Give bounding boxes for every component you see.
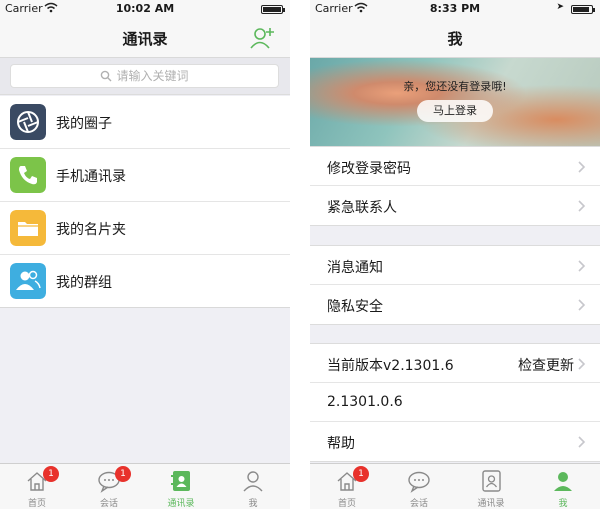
settings-group-account: 修改登录密码 紧急联系人	[310, 146, 600, 226]
tab-contacts[interactable]: 通讯录	[455, 464, 527, 509]
battery-icon	[261, 5, 285, 14]
tab-bar: 1 首页 会话 通讯录 我	[310, 463, 600, 509]
row-label: 紧急联系人	[327, 200, 397, 216]
tab-me[interactable]: 我	[527, 464, 599, 509]
search-placeholder: 请输入关键词	[116, 69, 189, 83]
battery-icon	[571, 5, 595, 14]
person-icon	[554, 472, 572, 491]
row-emergency-contact[interactable]: 紧急联系人	[310, 186, 600, 225]
row-label: 帮助	[327, 436, 355, 452]
version-label: 当前版本v2.1301.6	[327, 358, 454, 374]
tab-label: 首页	[337, 499, 356, 509]
chat-bubble-icon	[408, 471, 430, 493]
menu-item-label: 我的群组	[56, 275, 112, 291]
unread-badge: 1	[43, 466, 59, 482]
menu-item-label: 我的圈子	[56, 116, 112, 132]
tab-label: 通讯录	[167, 499, 195, 509]
menu-item-circles[interactable]: 我的圈子	[0, 96, 290, 149]
row-privacy-security[interactable]: 隐私安全	[310, 285, 600, 324]
tab-label: 会话	[99, 499, 118, 509]
phone-icon	[10, 157, 46, 193]
tab-label: 通讯录	[477, 499, 505, 509]
search-bar: 请输入关键词	[0, 58, 290, 95]
add-contact-icon[interactable]	[250, 26, 276, 50]
page-title: 通讯录	[122, 30, 168, 48]
chevron-right-icon	[578, 436, 586, 448]
check-update-label: 检查更新	[518, 358, 574, 374]
chevron-right-icon	[578, 260, 586, 272]
settings-group-privacy: 消息通知 隐私安全	[310, 245, 600, 325]
tab-home[interactable]: 1 首页	[1, 464, 73, 509]
menu-item-business-cards[interactable]: 我的名片夹	[0, 202, 290, 255]
row-help[interactable]: 帮助	[310, 422, 600, 461]
search-input[interactable]: 请输入关键词	[10, 64, 279, 88]
menu-item-phone-contacts[interactable]: 手机通讯录	[0, 149, 290, 202]
unread-badge: 1	[115, 466, 131, 482]
tab-label: 首页	[27, 499, 46, 509]
row-label: 修改登录密码	[327, 161, 411, 177]
chevron-right-icon	[578, 161, 586, 173]
tab-me[interactable]: 我	[217, 464, 289, 509]
contacts-screen: Carrier 10:02 AM 通讯录 请输入关键词 我的圈子 手机通讯录 我…	[0, 0, 290, 509]
row-label: 消息通知	[327, 260, 383, 276]
row-version-number: 2.1301.0.6	[310, 383, 600, 422]
login-prompt: 亲，您还没有登录哦!	[403, 80, 507, 93]
contacts-menu: 我的圈子 手机通讯录 我的名片夹 我的群组	[0, 96, 290, 308]
menu-item-label: 我的名片夹	[56, 222, 126, 238]
row-version[interactable]: 当前版本v2.1301.6 检查更新	[310, 344, 600, 383]
tab-label: 我	[248, 499, 258, 509]
contact-book-icon	[171, 471, 190, 491]
folder-icon	[10, 210, 46, 246]
tab-label: 会话	[409, 499, 428, 509]
navbar: 通讯录	[0, 18, 290, 58]
navbar: 我	[310, 18, 600, 58]
tab-label: 我	[558, 499, 568, 509]
menu-item-groups[interactable]: 我的群组	[0, 255, 290, 308]
aperture-icon	[10, 104, 46, 140]
status-bar: Carrier 8:33 PM ➤	[310, 0, 600, 18]
status-bar: Carrier 10:02 AM	[0, 0, 290, 18]
login-button[interactable]: 马上登录	[417, 100, 493, 122]
search-icon	[101, 70, 112, 82]
tab-chats[interactable]: 1 会话	[73, 464, 145, 509]
contact-book-icon	[482, 470, 501, 492]
person-icon	[243, 471, 263, 492]
chevron-right-icon	[578, 299, 586, 311]
row-label: 隐私安全	[327, 299, 383, 315]
chevron-right-icon	[578, 358, 586, 370]
tab-home[interactable]: 1 首页	[311, 464, 383, 509]
location-arrow-icon: ➤	[556, 2, 564, 12]
tab-chats[interactable]: 会话	[383, 464, 455, 509]
login-banner: 亲，您还没有登录哦! 马上登录	[310, 58, 600, 146]
unread-badge: 1	[353, 466, 369, 482]
version-number: 2.1301.0.6	[327, 394, 403, 410]
menu-item-label: 手机通讯录	[56, 169, 126, 185]
profile-screen: Carrier 8:33 PM ➤ 我 亲，您还没有登录哦! 马上登录 修改登录…	[310, 0, 600, 509]
page-title: 我	[447, 30, 463, 48]
status-time: 10:02 AM	[115, 2, 175, 15]
group-icon	[10, 263, 46, 299]
tab-bar: 1 首页 1 会话 通讯录 我	[0, 463, 290, 509]
tab-contacts[interactable]: 通讯录	[145, 464, 217, 509]
row-change-password[interactable]: 修改登录密码	[310, 147, 600, 186]
chevron-right-icon	[578, 200, 586, 212]
settings-group-about: 当前版本v2.1301.6 检查更新 2.1301.0.6 帮助	[310, 343, 600, 462]
row-notifications[interactable]: 消息通知	[310, 246, 600, 285]
